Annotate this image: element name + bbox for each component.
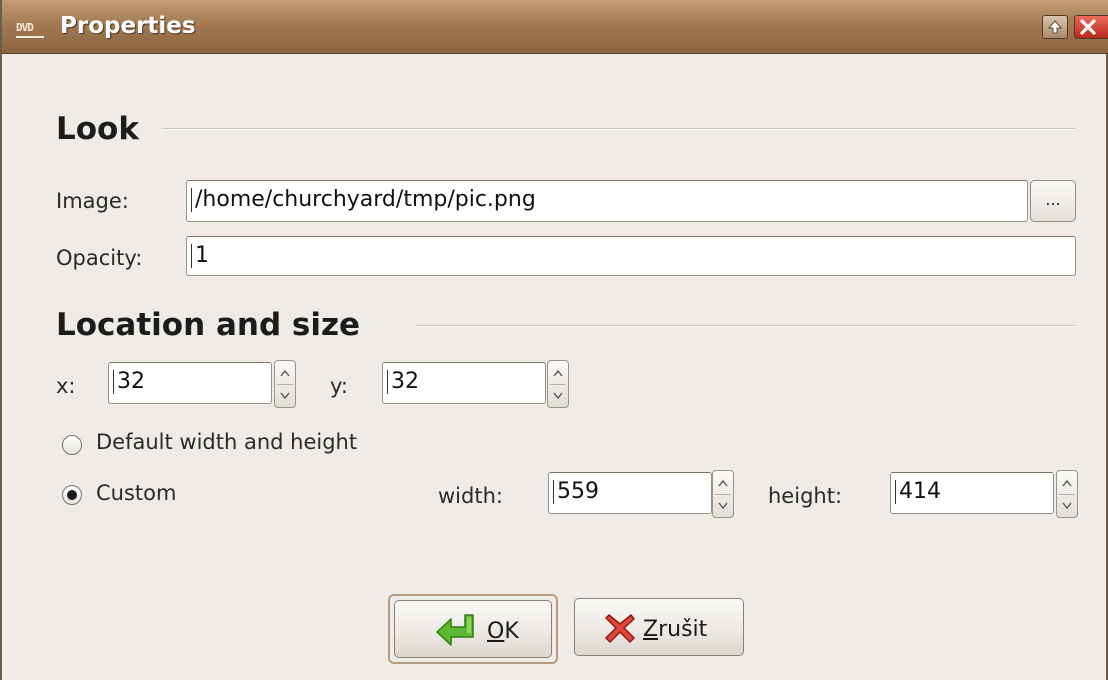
chevron-up-icon bbox=[718, 479, 728, 487]
chevron-down-icon bbox=[718, 502, 728, 510]
custom-size-radio[interactable] bbox=[62, 485, 82, 505]
ok-mnemonic: O bbox=[487, 619, 505, 644]
chevron-down-icon bbox=[553, 392, 563, 400]
close-icon bbox=[1080, 19, 1096, 35]
x-input[interactable]: 32 bbox=[108, 362, 272, 404]
chevron-up-icon bbox=[1062, 479, 1072, 487]
image-path-input[interactable]: /home/churchyard/tmp/pic.png bbox=[186, 180, 1028, 222]
maximize-button[interactable] bbox=[1042, 15, 1068, 39]
width-input[interactable]: 559 bbox=[548, 472, 712, 514]
y-label: y: bbox=[330, 374, 348, 398]
chevron-up-icon bbox=[553, 369, 563, 377]
close-button[interactable] bbox=[1074, 15, 1108, 39]
y-input[interactable]: 32 bbox=[382, 362, 546, 404]
look-separator bbox=[162, 128, 1076, 130]
width-spin-button[interactable] bbox=[712, 470, 734, 518]
arrow-up-icon bbox=[1048, 20, 1062, 34]
window-title: Properties bbox=[60, 13, 196, 39]
cancel-mnemonic: Z bbox=[643, 617, 659, 642]
browse-button[interactable]: ... bbox=[1030, 180, 1076, 222]
custom-size-label[interactable]: Custom bbox=[96, 481, 176, 505]
image-label: Image: bbox=[56, 189, 129, 213]
red-x-icon bbox=[605, 614, 635, 643]
default-size-radio[interactable] bbox=[62, 435, 82, 455]
ok-label: K bbox=[504, 619, 519, 644]
height-label: height: bbox=[768, 484, 843, 508]
opacity-input[interactable]: 1 bbox=[186, 236, 1076, 276]
cancel-label: rušit bbox=[658, 617, 708, 642]
location-size-heading: Location and size bbox=[56, 307, 361, 343]
look-heading: Look bbox=[56, 111, 139, 147]
dvd-app-icon: DVD bbox=[16, 20, 44, 38]
width-label: width: bbox=[438, 484, 503, 508]
chevron-up-icon bbox=[280, 369, 290, 377]
properties-dialog: DVD Properties Look Image: /home/churchy… bbox=[0, 0, 1108, 680]
green-enter-arrow-icon bbox=[436, 614, 474, 646]
ok-button-focus-ring: OK bbox=[388, 594, 558, 664]
radio-selected-dot bbox=[67, 490, 77, 500]
ok-button[interactable]: OK bbox=[394, 600, 552, 658]
x-spin-button[interactable] bbox=[274, 360, 296, 408]
cancel-button[interactable]: Zrušit bbox=[574, 598, 744, 656]
title-bar[interactable]: DVD Properties bbox=[2, 0, 1108, 54]
height-spin-button[interactable] bbox=[1056, 470, 1078, 518]
opacity-label: Opacity: bbox=[56, 246, 143, 270]
chevron-down-icon bbox=[280, 392, 290, 400]
chevron-down-icon bbox=[1062, 502, 1072, 510]
x-label: x: bbox=[56, 374, 76, 398]
height-input[interactable]: 414 bbox=[890, 472, 1054, 514]
y-spin-button[interactable] bbox=[547, 360, 569, 408]
location-separator bbox=[416, 325, 1076, 327]
default-size-label[interactable]: Default width and height bbox=[96, 430, 357, 454]
